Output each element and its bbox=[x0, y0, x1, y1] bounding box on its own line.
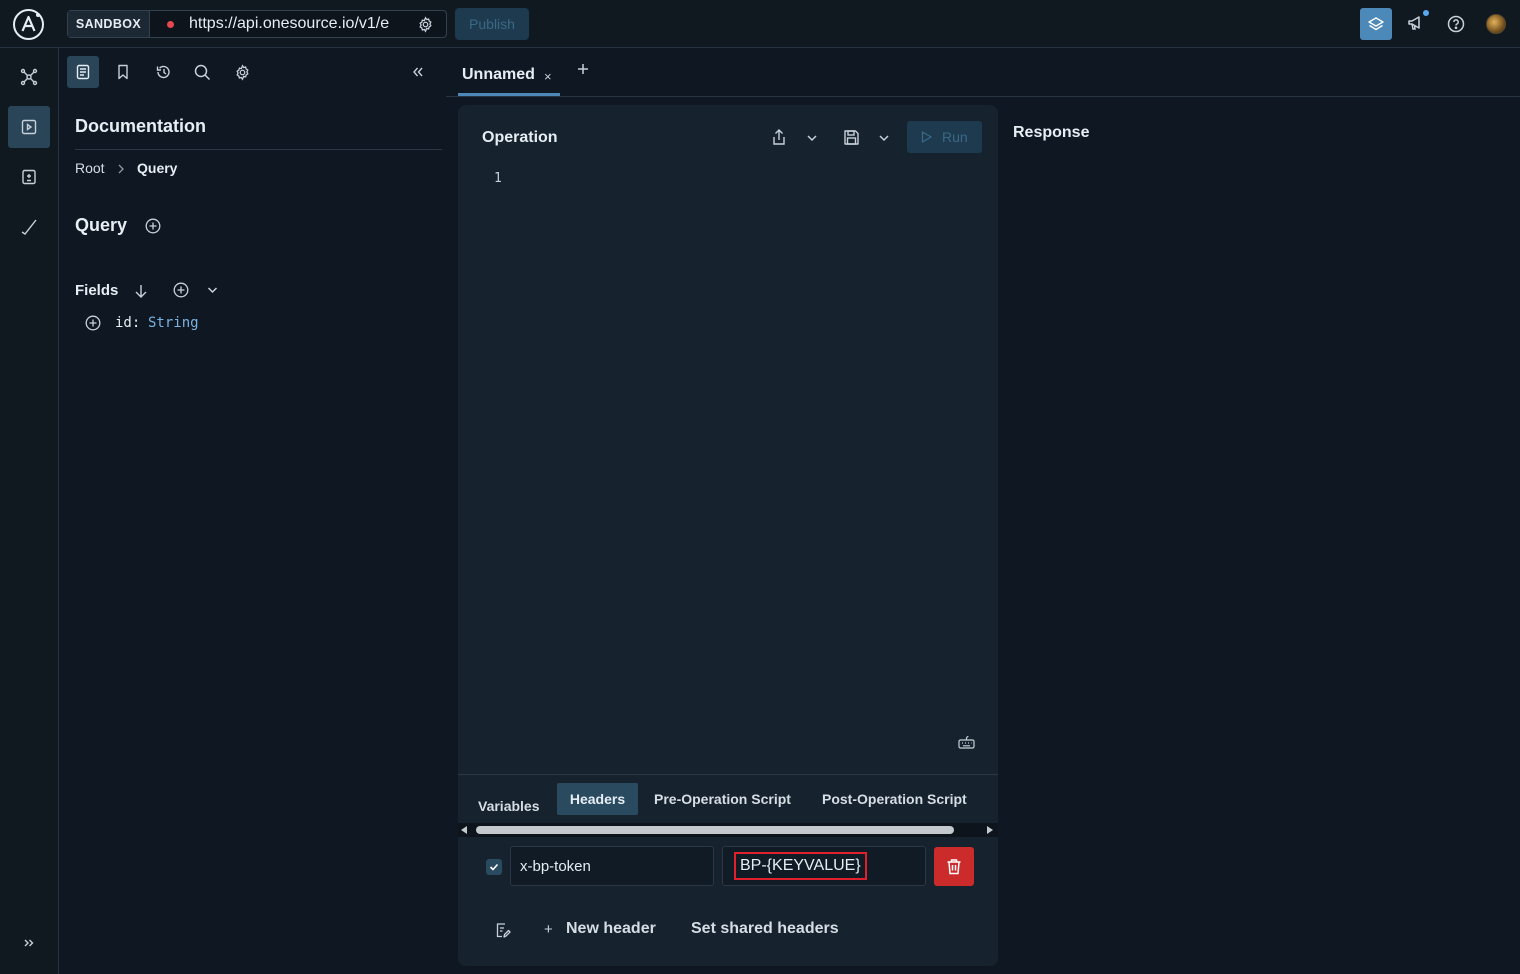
operation-tab-label: Unnamed bbox=[462, 66, 535, 83]
breadcrumb-query: Query bbox=[137, 160, 178, 176]
keyboard-shortcuts-icon[interactable] bbox=[958, 735, 975, 750]
help-icon[interactable] bbox=[1447, 15, 1465, 33]
history-icon[interactable] bbox=[155, 64, 172, 80]
horizontal-scrollbar[interactable] bbox=[458, 823, 998, 837]
schema-icon bbox=[20, 68, 38, 86]
search-icon[interactable] bbox=[194, 64, 211, 81]
fields-label: Fields bbox=[75, 282, 119, 299]
save-icon[interactable] bbox=[843, 129, 860, 146]
add-field-circle-icon[interactable] bbox=[85, 315, 101, 331]
field-type[interactable]: String bbox=[148, 315, 199, 331]
new-header-button[interactable]: New header bbox=[566, 920, 656, 938]
set-shared-headers-button[interactable]: Set shared headers bbox=[691, 920, 839, 938]
run-button[interactable]: Run bbox=[907, 121, 982, 153]
docs-divider bbox=[75, 149, 442, 150]
tabs-bar-divider bbox=[446, 96, 1520, 97]
add-all-fields-circle-icon[interactable] bbox=[173, 282, 189, 298]
breadcrumb-root[interactable]: Root bbox=[75, 160, 105, 176]
tab-variables[interactable]: Variables bbox=[478, 791, 540, 821]
operation-panel: Operation Run 1 Variables Headers Pre-Op… bbox=[458, 105, 998, 966]
header-enabled-checkbox[interactable] bbox=[486, 859, 502, 875]
notification-dot bbox=[1423, 10, 1429, 16]
endpoint-url[interactable]: https://api.onesource.io/v1/e bbox=[189, 11, 409, 37]
save-chevron-down-icon[interactable] bbox=[878, 133, 890, 143]
rail-item-checks[interactable] bbox=[8, 156, 50, 198]
rail-item-schema[interactable] bbox=[8, 56, 50, 98]
apollo-logo-icon[interactable] bbox=[12, 8, 45, 41]
bookmark-icon[interactable] bbox=[115, 64, 131, 80]
collapse-panel-icon[interactable] bbox=[411, 65, 425, 79]
connection-status-dot bbox=[167, 21, 174, 28]
chevron-down-icon[interactable] bbox=[206, 284, 219, 296]
layers-icon bbox=[1368, 17, 1384, 31]
checkmark-icon bbox=[489, 863, 499, 871]
delete-header-button[interactable] bbox=[934, 847, 974, 886]
top-bar: SANDBOX https://api.onesource.io/v1/e Pu… bbox=[0, 0, 1520, 48]
share-chevron-down-icon[interactable] bbox=[806, 133, 818, 143]
close-tab-icon[interactable]: × bbox=[544, 69, 552, 84]
new-tab-plus-icon[interactable] bbox=[576, 62, 590, 76]
scrollbar-thumb[interactable] bbox=[476, 826, 954, 834]
editor-line-number: 1 bbox=[494, 171, 502, 186]
scroll-right-arrow-icon[interactable] bbox=[987, 826, 993, 834]
response-title: Response bbox=[1013, 124, 1090, 141]
tab-post-operation-script[interactable]: Post-Operation Script bbox=[822, 791, 967, 807]
field-name[interactable]: id: bbox=[115, 315, 140, 331]
add-circle-icon[interactable] bbox=[145, 218, 161, 234]
explorer-icon bbox=[21, 119, 37, 135]
operation-title: Operation bbox=[482, 129, 558, 146]
endpoint-selector[interactable]: SANDBOX https://api.onesource.io/v1/e bbox=[67, 10, 447, 38]
panel-divider bbox=[458, 774, 998, 775]
sandbox-badge: SANDBOX bbox=[68, 11, 150, 37]
operation-tab[interactable]: Unnamed × bbox=[458, 56, 560, 96]
documentation-tab-button[interactable] bbox=[67, 56, 99, 88]
left-navigation-rail bbox=[0, 48, 59, 974]
breadcrumb-chevron-right-icon bbox=[116, 162, 126, 176]
trash-icon bbox=[947, 859, 961, 875]
header-value-input[interactable]: BP-{KEYVALUE} bbox=[722, 846, 926, 886]
publish-button[interactable]: Publish bbox=[455, 8, 529, 40]
layers-button[interactable] bbox=[1360, 8, 1392, 40]
rail-item-explorer[interactable] bbox=[8, 106, 50, 148]
sort-arrow-down-icon[interactable] bbox=[133, 283, 149, 299]
announcements-megaphone-icon[interactable] bbox=[1407, 14, 1425, 32]
checks-icon bbox=[22, 169, 36, 185]
add-header-plus-icon[interactable]: + bbox=[544, 921, 553, 938]
tab-pre-operation-script[interactable]: Pre-Operation Script bbox=[654, 791, 791, 807]
rail-item-launches[interactable] bbox=[8, 206, 50, 248]
expand-rail-icon[interactable] bbox=[22, 936, 36, 950]
user-avatar[interactable] bbox=[1486, 14, 1506, 34]
launches-icon bbox=[21, 219, 37, 235]
documentation-title: Documentation bbox=[75, 116, 207, 136]
tab-headers[interactable]: Headers bbox=[557, 783, 638, 815]
document-icon bbox=[76, 64, 90, 80]
scroll-left-arrow-icon[interactable] bbox=[461, 826, 467, 834]
run-button-label: Run bbox=[942, 129, 968, 145]
endpoint-settings-gear-icon[interactable] bbox=[417, 16, 434, 33]
play-icon bbox=[921, 131, 932, 143]
settings-gear-icon[interactable] bbox=[234, 64, 251, 81]
type-heading: Query bbox=[75, 215, 128, 235]
header-value-text[interactable]: BP-{KEYVALUE} bbox=[734, 852, 867, 880]
active-tab-indicator bbox=[458, 93, 560, 96]
bulk-edit-headers-icon[interactable] bbox=[494, 922, 511, 939]
share-icon[interactable] bbox=[771, 129, 787, 146]
header-key-input[interactable] bbox=[510, 846, 714, 886]
